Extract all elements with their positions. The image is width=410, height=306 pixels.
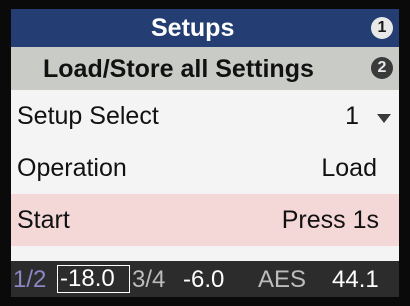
start-label: Start [17, 206, 70, 234]
page-title-bar: Setups 1 [11, 9, 399, 47]
start-row[interactable]: Start Press 1s [11, 194, 399, 246]
channel-1-2-label: 1/2 [13, 266, 47, 293]
start-value[interactable]: Press 1s [282, 206, 379, 235]
channel-3-4-label: 3/4 [132, 266, 166, 293]
setup-select-value[interactable]: 1 [345, 102, 359, 131]
operation-label: Operation [17, 154, 127, 182]
page-number-badge: 1 [371, 17, 393, 39]
channel-3-4-level: -6.0 [183, 266, 225, 293]
setup-select-row[interactable]: Setup Select 1 [11, 90, 399, 142]
section-title: Load/Store all Settings [43, 55, 314, 83]
device-bezel: Setups 1 Load/Store all Settings 2 Setup… [0, 0, 410, 306]
section-title-bar: Load/Store all Settings 2 [11, 47, 399, 90]
section-number-badge: 2 [371, 57, 393, 79]
page-title: Setups [151, 14, 235, 42]
setup-select-label: Setup Select [17, 102, 159, 130]
status-bar: 1/2 -18.0 3/4 -6.0 AES 44.1 [11, 261, 399, 297]
operation-row[interactable]: Operation Load [11, 142, 399, 194]
display-screen: Setups 1 Load/Store all Settings 2 Setup… [11, 9, 399, 297]
chevron-down-icon[interactable] [377, 114, 391, 123]
operation-value[interactable]: Load [321, 154, 377, 183]
input-format: AES [258, 266, 307, 293]
channel-1-2-level: -18.0 [57, 265, 130, 293]
sample-rate: 44.1 [332, 266, 379, 293]
